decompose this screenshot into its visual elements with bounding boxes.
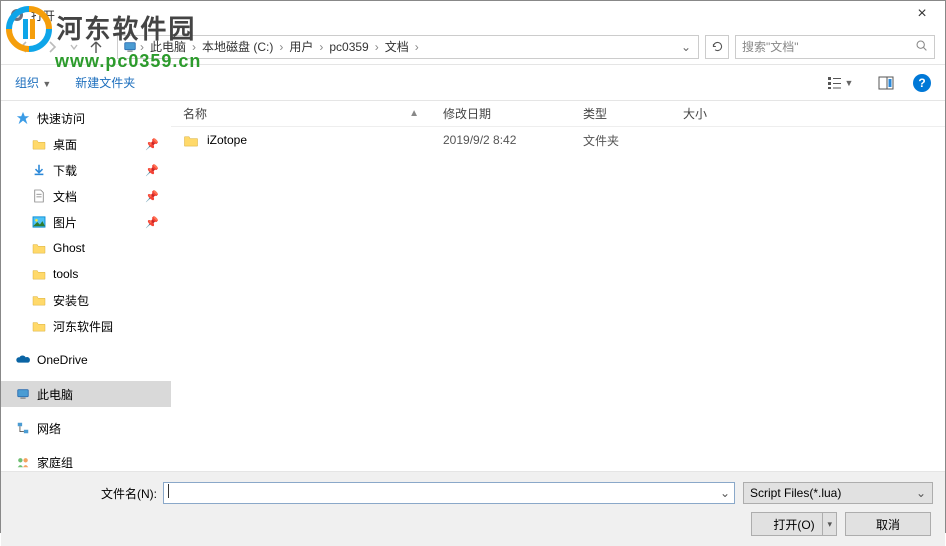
file-list: 名称▲ 修改日期 类型 大小 iZotope 2019/9/2 8:42 文件夹 (171, 101, 945, 471)
sidebar-this-pc[interactable]: 此电脑 (1, 381, 171, 407)
sidebar-hedong[interactable]: 河东软件园 (1, 313, 171, 339)
onedrive-icon (15, 352, 31, 368)
nav-forward-button[interactable] (39, 34, 65, 60)
nav-up-button[interactable] (83, 34, 109, 60)
folder-icon (183, 132, 199, 148)
titlebar: 打开 × (1, 1, 945, 29)
sidebar-documents[interactable]: 文档 📌 (1, 183, 171, 209)
sidebar-desktop[interactable]: 桌面 📌 (1, 131, 171, 157)
column-size[interactable]: 大小 (671, 101, 751, 126)
sidebar-homegroup[interactable]: 家庭组 (1, 449, 171, 471)
close-button[interactable]: × (907, 5, 937, 23)
search-input[interactable]: 搜索"文档" (735, 35, 935, 59)
file-type: 文件夹 (571, 132, 671, 149)
breadcrumb[interactable]: › 此电脑 › 本地磁盘 (C:) › 用户 › pc0359 › 文档 › ⌄ (117, 35, 699, 59)
open-split-dropdown[interactable]: ▾ (822, 513, 832, 535)
pin-icon: 📌 (145, 164, 159, 177)
breadcrumb-dropdown[interactable]: ⌄ (678, 40, 694, 54)
app-icon (9, 7, 25, 23)
column-date[interactable]: 修改日期 (431, 101, 571, 126)
search-placeholder: 搜索"文档" (742, 38, 799, 55)
sidebar-network[interactable]: 网络 (1, 415, 171, 441)
nav-back-button[interactable] (11, 34, 37, 60)
homegroup-icon (15, 454, 31, 470)
nav-recent-dropdown[interactable] (67, 34, 81, 60)
breadcrumb-item[interactable]: pc0359 (325, 40, 372, 54)
picture-icon (31, 214, 47, 230)
filetype-filter[interactable]: Script Files(*.lua) ⌄ (743, 482, 933, 504)
toolbar: 组织 ▼ 新建文件夹 ▼ ? (1, 65, 945, 101)
breadcrumb-item[interactable]: 文档 (381, 38, 413, 55)
sidebar-pictures[interactable]: 图片 📌 (1, 209, 171, 235)
sidebar-ghost[interactable]: Ghost (1, 235, 171, 261)
search-icon (915, 39, 928, 55)
view-mode-button[interactable]: ▼ (821, 72, 859, 94)
breadcrumb-item[interactable]: 此电脑 (146, 38, 190, 55)
folder-icon (31, 292, 47, 308)
pin-icon: 📌 (145, 138, 159, 151)
filename-label: 文件名(N): (13, 485, 163, 502)
star-icon (15, 110, 31, 126)
file-name: iZotope (207, 133, 247, 147)
breadcrumb-item[interactable]: 本地磁盘 (C:) (198, 38, 277, 55)
window-title: 打开 (31, 7, 55, 24)
breadcrumb-item[interactable]: 用户 (285, 38, 317, 55)
sidebar-quick-access[interactable]: 快速访问 (1, 105, 171, 131)
main-area: 快速访问 桌面 📌 下载 📌 文档 📌 图片 📌 Ghost too (1, 101, 945, 471)
column-type[interactable]: 类型 (571, 101, 671, 126)
organize-menu[interactable]: 组织 ▼ (15, 74, 51, 91)
new-folder-button[interactable]: 新建文件夹 (75, 74, 135, 91)
column-headers: 名称▲ 修改日期 类型 大小 (171, 101, 945, 127)
folder-icon (31, 318, 47, 334)
navbar: › 此电脑 › 本地磁盘 (C:) › 用户 › pc0359 › 文档 › ⌄… (1, 29, 945, 65)
folder-icon (31, 240, 47, 256)
chevron-down-icon[interactable]: ⌄ (720, 486, 730, 500)
pc-icon (15, 386, 31, 402)
filename-input[interactable]: ⌄ (163, 482, 735, 504)
help-button[interactable]: ? (913, 74, 931, 92)
column-name[interactable]: 名称▲ (171, 101, 431, 126)
sidebar-installers[interactable]: 安装包 (1, 287, 171, 313)
download-icon (31, 162, 47, 178)
pin-icon: 📌 (145, 216, 159, 229)
sidebar-tools[interactable]: tools (1, 261, 171, 287)
pc-icon (122, 39, 138, 55)
sidebar: 快速访问 桌面 📌 下载 📌 文档 📌 图片 📌 Ghost too (1, 101, 171, 471)
sort-indicator-icon: ▲ (409, 108, 419, 119)
network-icon (15, 420, 31, 436)
file-date: 2019/9/2 8:42 (431, 133, 571, 147)
folder-icon (31, 136, 47, 152)
cancel-button[interactable]: 取消 (845, 512, 931, 536)
pin-icon: 📌 (145, 190, 159, 203)
sidebar-onedrive[interactable]: OneDrive (1, 347, 171, 373)
footer: 文件名(N): ⌄ Script Files(*.lua) ⌄ 打开(O) ▾ … (1, 471, 945, 546)
preview-pane-button[interactable] (867, 72, 905, 94)
refresh-button[interactable] (705, 35, 729, 59)
file-row[interactable]: iZotope 2019/9/2 8:42 文件夹 (171, 127, 945, 153)
sidebar-downloads[interactable]: 下载 📌 (1, 157, 171, 183)
document-icon (31, 188, 47, 204)
open-button[interactable]: 打开(O) ▾ (751, 512, 837, 536)
folder-icon (31, 266, 47, 282)
chevron-down-icon: ⌄ (916, 486, 926, 500)
